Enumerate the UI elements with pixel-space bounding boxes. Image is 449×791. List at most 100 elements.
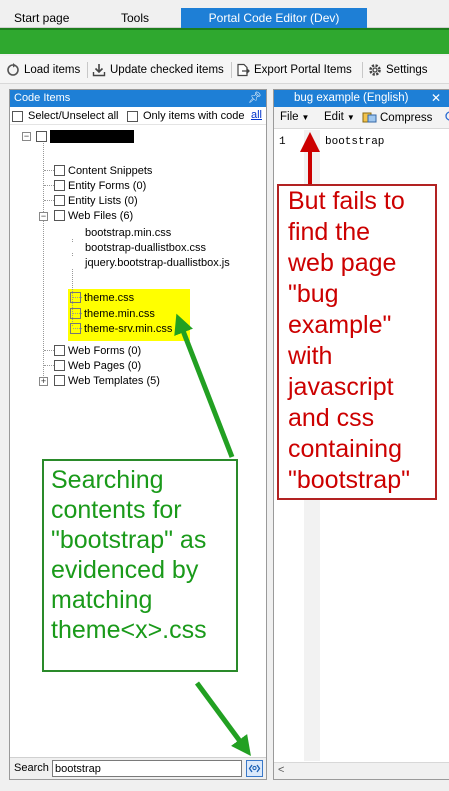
tree-item-web-forms[interactable]: Web Forms (0) [54,343,141,358]
checkbox[interactable] [12,110,23,122]
update-checked-items-button[interactable]: Update checked items [92,61,224,79]
checkbox[interactable] [70,323,81,334]
tree-root-node[interactable] [36,129,134,144]
code-items-title: Code Items [14,92,71,104]
collapse-toggle[interactable]: − [22,132,31,141]
document-tab-strip: Start page Tools Portal Code Editor (Dev… [0,0,449,28]
file-label: theme.css [84,291,135,304]
tree-item-web-files[interactable]: Web Files (6) [54,208,133,223]
tree-connector [44,365,54,366]
toolbar-separator [231,62,232,78]
annotation-line: Searching [51,466,164,494]
only-items-with-code-checkbox[interactable]: Only items with code [127,110,244,122]
export-portal-items-button[interactable]: Export Portal Items [236,61,352,79]
tree-item-label: Entity Lists (0) [68,194,138,207]
tab-tools[interactable]: Tools [121,8,161,28]
checkbox[interactable] [70,292,81,303]
horizontal-scrollbar[interactable]: < [274,762,449,779]
annotation-line: theme<x>.css [51,616,207,644]
tree-connector [44,200,54,201]
annotation-line: javascript [288,373,394,401]
refresh-icon [7,63,19,76]
file-placeholder [70,257,82,268]
annotation-line: matching [51,586,153,614]
edit-menu-label: Edit [324,111,344,123]
annotation-line: web page [288,249,397,277]
toolbar-separator [87,62,88,78]
expand-toggle[interactable]: + [39,377,48,386]
file-placeholder [70,227,82,238]
pin-icon[interactable]: 📌︎ [248,90,262,107]
code-line[interactable]: bootstrap [325,136,384,148]
checkbox[interactable] [36,131,47,142]
file-label: jquery.bootstrap-duallistbox.js [85,256,230,269]
tree-connector [44,350,54,351]
matched-web-file-item[interactable]: theme.css [70,290,134,305]
tab-portal-code-editor[interactable]: Portal Code Editor (Dev) [181,8,367,28]
matched-web-file-item[interactable]: theme.min.css [70,306,155,321]
annotation-line: contents for [51,496,182,524]
chevron-down-icon: ▼ [301,112,310,122]
annotation-line: example" [288,311,392,339]
file-menu-button[interactable]: File ▼ [280,111,309,123]
tree-options: Select/Unselect all Only items with code… [10,107,266,125]
status-strip [0,781,449,791]
search-icon[interactable] [444,111,449,125]
checkbox[interactable] [70,308,81,319]
only-code-label: Only items with code [143,110,245,122]
file-label: theme.min.css [84,307,155,320]
select-unselect-all-checkbox[interactable]: Select/Unselect all [12,110,119,122]
chevron-down-icon: ▼ [346,112,355,122]
download-icon [92,64,106,77]
web-file-item[interactable]: bootstrap-duallistbox.css [70,240,206,255]
tree-item-entity-forms[interactable]: Entity Forms (0) [54,178,146,193]
compress-label: Compress [380,111,433,124]
gear-icon [369,64,381,76]
annotation-line: containing [288,435,402,463]
load-items-button[interactable]: Load items [6,61,80,79]
checkbox[interactable] [127,110,138,122]
checkbox[interactable] [54,195,65,206]
annotation-line: "bootstrap" as [51,526,207,554]
checkbox[interactable] [54,165,65,176]
checkbox[interactable] [54,210,65,221]
web-file-item[interactable]: bootstrap.min.css [70,225,171,240]
scroll-left-icon[interactable]: < [278,764,284,776]
edit-menu-button[interactable]: Edit ▼ [324,111,355,123]
editor-toolbar: File ▼ Edit ▼ Compress [274,107,449,129]
export-portal-label: Export Portal Items [254,64,352,76]
file-placeholder [70,242,82,253]
tree-item-label: Web Pages (0) [68,359,142,372]
collapse-toggle[interactable]: − [39,212,48,221]
checkbox[interactable] [54,375,65,386]
all-link[interactable]: all [251,109,262,121]
close-icon[interactable]: ✕ [431,90,441,107]
tree-item-content-snippets[interactable]: Content Snippets [54,163,152,178]
search-input[interactable] [52,760,242,777]
red-annotation-box: But fails to find the web page "bug exam… [277,184,437,500]
tree-item-label: Content Snippets [68,164,153,177]
tree-item-web-templates[interactable]: Web Templates (5) [54,373,160,388]
annotation-line: "bootstrap" [288,466,410,494]
tree-item-entity-lists[interactable]: Entity Lists (0) [54,193,138,208]
tab-start-page[interactable]: Start page [14,8,84,28]
editor-document-tab[interactable]: bug example (English) ✕ [274,90,449,107]
compress-button[interactable]: Compress [362,111,432,124]
tree-item-label: Web Templates (5) [68,374,160,387]
search-bar: Search [10,757,266,779]
load-items-label: Load items [24,64,81,76]
checkbox[interactable] [54,345,65,356]
tree-connector [44,170,54,171]
annotation-line: But fails to [288,187,405,215]
matched-web-file-item[interactable]: theme-srv.min.css [70,321,172,336]
search-label: Search [14,762,49,774]
settings-button[interactable]: Settings [368,61,428,79]
checkbox[interactable] [54,180,65,191]
code-items-header: Code Items 📌︎ [10,90,266,107]
annotation-line: "bug [288,280,339,308]
checkbox[interactable] [54,360,65,371]
line-number: 1 [279,136,286,148]
tree-item-web-pages[interactable]: Web Pages (0) [54,358,141,373]
web-file-item[interactable]: jquery.bootstrap-duallistbox.js [70,255,230,270]
search-content-button[interactable] [246,760,263,777]
